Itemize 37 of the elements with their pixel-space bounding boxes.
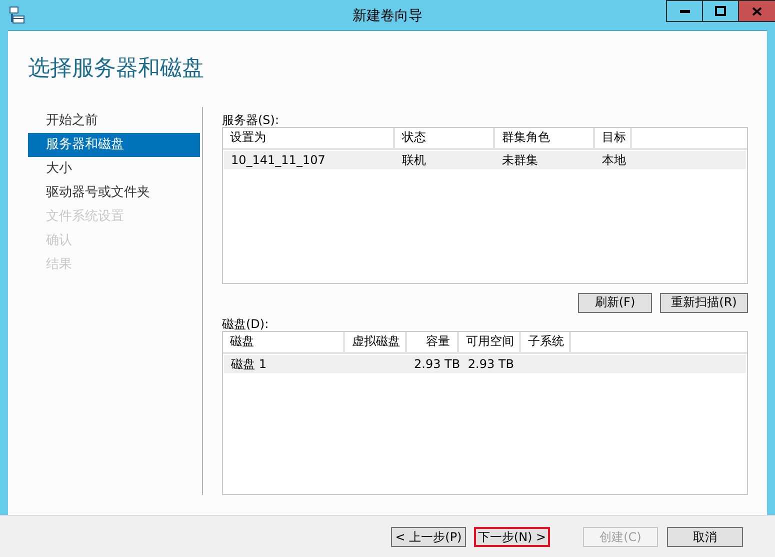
- maximize-icon: [715, 6, 726, 16]
- column-header[interactable]: 设置为: [223, 128, 395, 148]
- section-label: 服务器(S):: [222, 113, 280, 127]
- close-icon: [752, 6, 762, 16]
- window-title: 新建卷向导: [352, 8, 422, 24]
- nav-item[interactable]: 服务器和磁盘: [28, 133, 200, 157]
- section-label: 磁盘(D):: [222, 317, 269, 331]
- table-cell: 2.93 TB: [414, 357, 460, 371]
- table-cell: 本地: [602, 153, 626, 167]
- app-icon: [9, 6, 25, 24]
- table-row[interactable]: 磁盘 1 2.93 TB 2.93 TB: [224, 355, 746, 373]
- table-cell: 磁盘 1: [231, 357, 266, 371]
- column-header[interactable]: 状态: [395, 128, 495, 148]
- column-header[interactable]: 目标: [595, 128, 632, 148]
- column-header[interactable]: 容量: [407, 332, 459, 352]
- wizard-button[interactable]: 下一步(N) >: [474, 527, 550, 547]
- minimize-button[interactable]: [666, 0, 702, 22]
- close-button[interactable]: [738, 0, 775, 22]
- table-cell: 未群集: [502, 153, 538, 167]
- page-title: 选择服务器和磁盘: [28, 55, 205, 83]
- column-header[interactable]: 可用空间: [459, 332, 521, 352]
- wizard-button[interactable]: < 上一步(P): [391, 527, 466, 548]
- column-header[interactable]: 虚拟磁盘: [345, 332, 407, 352]
- nav-item[interactable]: 驱动器号或文件夹: [28, 181, 200, 205]
- minimize-icon: [680, 9, 690, 13]
- table-cell: 10_141_11_107: [231, 153, 326, 167]
- wizard-button[interactable]: 取消: [667, 527, 743, 548]
- nav-item[interactable]: 开始之前: [28, 109, 200, 133]
- action-button[interactable]: 刷新(F): [578, 292, 652, 312]
- column-header[interactable]: 子系统: [521, 332, 571, 352]
- table-cell: 联机: [402, 153, 426, 167]
- column-header[interactable]: 磁盘: [223, 332, 345, 352]
- table-row[interactable]: 10_141_11_107 联机 未群集 本地: [224, 151, 746, 169]
- column-header[interactable]: 群集角色: [495, 128, 595, 148]
- action-button[interactable]: 重新扫描(R): [660, 292, 748, 312]
- table-cell: 2.93 TB: [468, 357, 514, 371]
- nav-item[interactable]: 大小: [28, 157, 200, 181]
